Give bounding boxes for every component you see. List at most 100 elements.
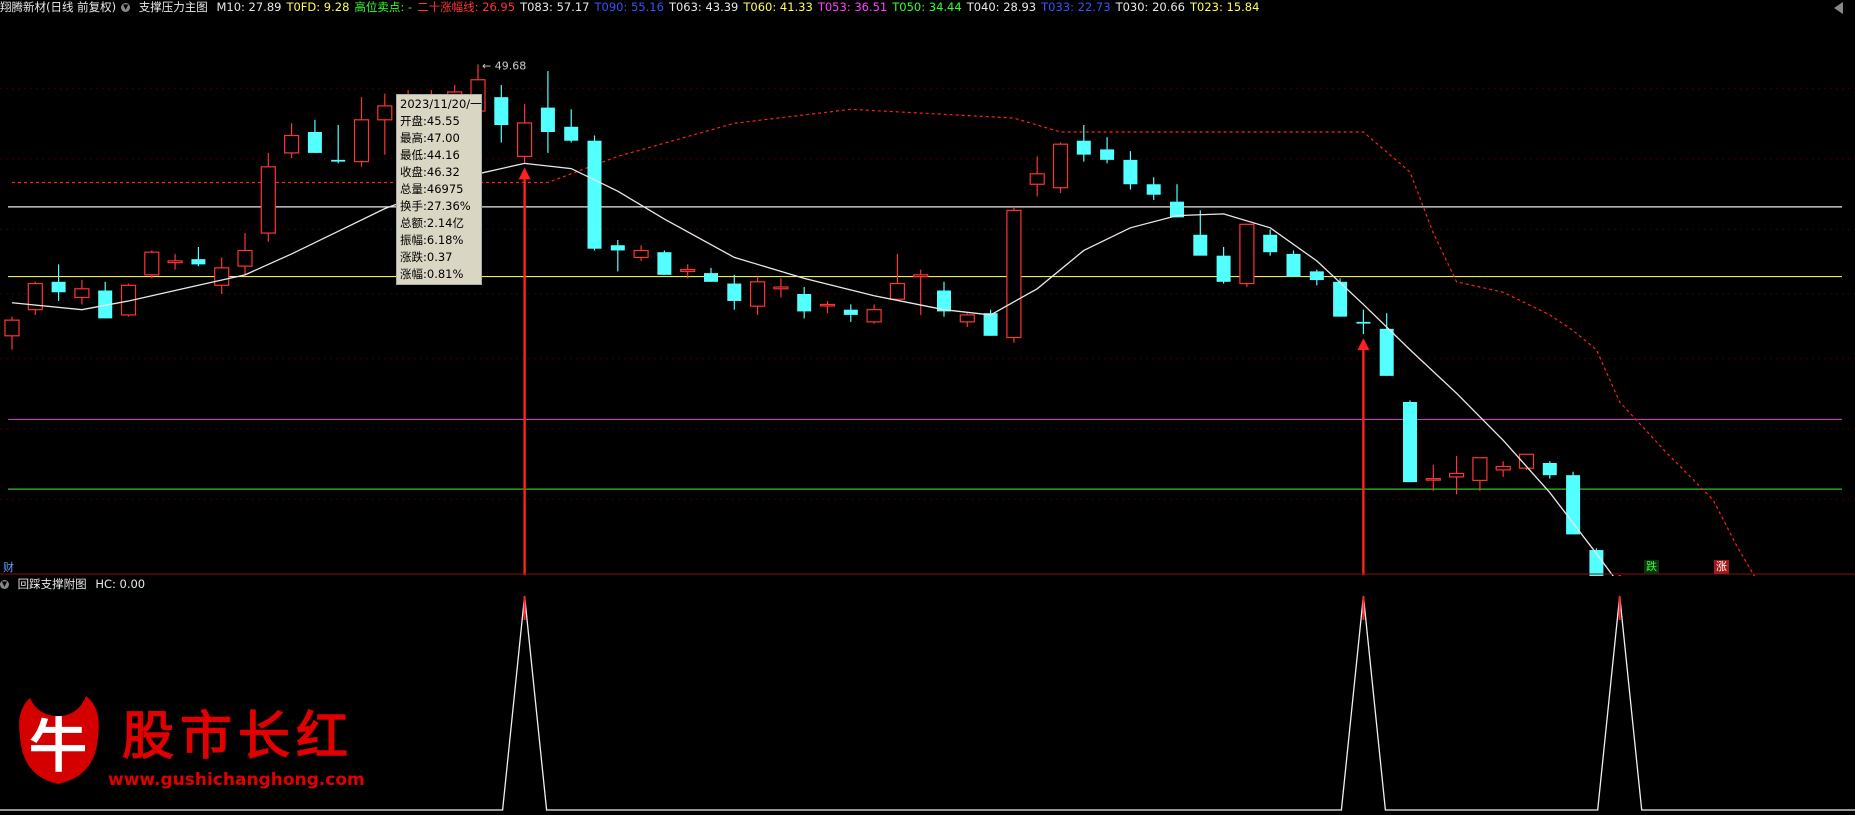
tooltip-close: 收盘:46.32 xyxy=(400,165,460,179)
signal-arrow-head-1 xyxy=(1357,338,1370,351)
candle-43 xyxy=(1006,206,1022,343)
candle-9 xyxy=(214,257,230,294)
indicator-value-3: 二十涨幅线: 26.95 xyxy=(417,0,516,14)
indicator-value-4: T083: 57.17 xyxy=(520,0,590,14)
stock-name[interactable]: 翔腾新材(日线 前复权) xyxy=(0,0,116,14)
candle-57 xyxy=(1333,278,1348,317)
candle-61 xyxy=(1425,464,1441,491)
candle-body xyxy=(284,134,300,154)
candle-22 xyxy=(516,104,533,164)
main-price-chart: ← 49.68← 22.46 xyxy=(0,59,1855,576)
candle-body xyxy=(1309,271,1324,281)
candle-44 xyxy=(1029,156,1045,197)
candle-53 xyxy=(1239,223,1255,288)
candle-body xyxy=(331,159,346,162)
candle-25 xyxy=(587,135,602,251)
candle-body xyxy=(983,313,998,336)
tooltip-low: 最低:44.16 xyxy=(400,148,460,162)
candle-body xyxy=(51,281,66,293)
candle-16 xyxy=(377,93,393,155)
candle-48 xyxy=(1123,151,1138,190)
candle-body xyxy=(959,314,975,323)
watermark-title: 股市长红 xyxy=(122,706,355,767)
candle-4 xyxy=(98,281,113,319)
candle-7 xyxy=(167,253,183,270)
candle-body xyxy=(1006,209,1022,339)
candle-body xyxy=(237,249,253,267)
candle-body xyxy=(1495,465,1511,471)
sub-indicator-value: HC: 0.00 xyxy=(95,577,146,591)
candle-body xyxy=(866,309,882,323)
candle-11 xyxy=(260,152,276,242)
candle-0 xyxy=(4,316,20,350)
candle-body xyxy=(540,107,555,132)
candle-body xyxy=(4,319,20,337)
tooltip-change: 涨跌:0.37 xyxy=(400,250,453,264)
indicator-toggle-icon[interactable]: ▼ xyxy=(121,3,131,12)
candle-66 xyxy=(1542,461,1557,479)
indicator-values: M10: 27.89 T0FD: 9.28 高位卖点: - 二十涨幅线: 26.95 T… xyxy=(216,0,1264,14)
candle-31 xyxy=(727,274,742,310)
candle-54 xyxy=(1263,229,1278,256)
candle-32 xyxy=(749,276,766,315)
watermark: 牛 股市长红 www.gushichanghong.com xyxy=(4,690,374,800)
finance-marker[interactable]: 财 xyxy=(3,559,14,575)
candle-body xyxy=(1425,478,1441,481)
candle-63 xyxy=(1472,457,1488,491)
candle-body xyxy=(633,249,649,259)
logo-char: 牛 xyxy=(29,712,87,780)
candle-body xyxy=(167,260,183,264)
indicator-value-13: T023: 15.84 xyxy=(1190,0,1260,14)
candle-52 xyxy=(1216,246,1231,284)
candle-50 xyxy=(1170,184,1184,218)
tooltip-turnover: 换手:27.36% xyxy=(400,199,471,213)
watermark-url: www.gushichanghong.com xyxy=(108,770,365,790)
candle-23 xyxy=(540,71,555,153)
candle-body xyxy=(353,119,370,163)
candle-49 xyxy=(1146,177,1161,200)
candle-body xyxy=(657,252,672,275)
rise-signal-badge: 涨 xyxy=(1714,560,1729,574)
sub-indicator-name[interactable]: 回踩支撑附图 xyxy=(18,577,87,591)
candle-15 xyxy=(353,97,370,167)
indicator-value-2: 高位卖点: - xyxy=(354,0,413,14)
candle-35 xyxy=(819,300,836,314)
candle-65 xyxy=(1518,453,1535,470)
candle-body xyxy=(913,274,929,278)
candle-body xyxy=(1100,149,1115,160)
indicator-value-12: T030: 20.66 xyxy=(1115,0,1185,14)
candle-10 xyxy=(237,233,253,275)
candle-55 xyxy=(1286,250,1301,277)
candle-40 xyxy=(937,281,951,317)
indicator-name[interactable]: 支撑压力主图 xyxy=(139,0,208,14)
candle-body xyxy=(1193,234,1208,256)
candle-12 xyxy=(284,123,300,159)
candle-body xyxy=(214,267,230,286)
candle-body xyxy=(1356,321,1371,324)
tooltip-change-pct: 涨幅:0.81% xyxy=(400,267,464,281)
candle-34 xyxy=(797,287,812,319)
candle-68 xyxy=(1589,548,1604,576)
chart-header: 翔腾新材(日线 前复权) ▼ 支撑压力主图 M10: 27.89 T0FD: 9.2… xyxy=(0,0,1855,16)
candle-47 xyxy=(1100,137,1115,164)
candle-41 xyxy=(959,313,975,328)
candle-28 xyxy=(657,250,672,275)
candle-body xyxy=(191,259,206,265)
candle-body xyxy=(1029,173,1045,185)
candle-body xyxy=(1542,462,1557,476)
candle-body xyxy=(819,303,836,307)
candle-body xyxy=(773,286,789,290)
indicator-value-7: T060: 41.33 xyxy=(743,0,813,14)
collapse-arrow-icon[interactable] xyxy=(1834,2,1843,14)
bull-logo-icon: 牛 xyxy=(19,696,99,784)
candle-body xyxy=(889,282,906,300)
candle-body xyxy=(587,140,602,249)
indicator-value-5: T090: 55.16 xyxy=(594,0,664,14)
candle-body xyxy=(610,245,625,251)
candle-body xyxy=(1286,253,1301,277)
candle-body xyxy=(749,281,766,307)
tooltip-date: 2023/11/20/一 xyxy=(400,97,482,111)
sub-indicator-toggle-icon[interactable]: ▼ xyxy=(0,580,9,589)
candle-6 xyxy=(144,250,160,279)
candle-body xyxy=(494,97,509,126)
